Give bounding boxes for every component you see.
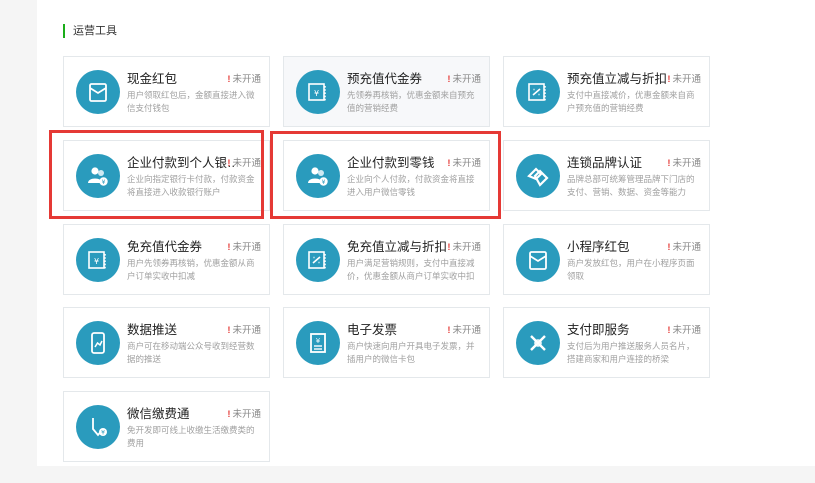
- status-label: 未开通: [672, 242, 701, 253]
- voucher-yen-icon: ¥: [76, 238, 120, 282]
- tool-title: 免充值立减与折扣: [347, 240, 448, 254]
- tool-card[interactable]: ¥ 预充值代金券! 未开通 先领券再核销，优惠金额来自预充值的营销经费: [283, 56, 490, 127]
- tool-description: 用户领取红包后，金额直接进入微信支付钱包: [127, 90, 255, 113]
- svg-text:¥: ¥: [316, 337, 321, 345]
- tool-title: 现金红包: [127, 72, 178, 86]
- alert-icon: !: [667, 325, 671, 336]
- status-badge: ! 未开通: [667, 239, 701, 253]
- tool-card[interactable]: 预充值立减与折扣! 未开通支付中直接减价，优惠金额来自商户预充值的营销经费: [503, 56, 710, 127]
- status-label: 未开通: [452, 74, 481, 85]
- tool-card[interactable]: ¥ 电子发票! 未开通 商户快速向用户开具电子发票，并插用户的微信卡包: [283, 307, 490, 378]
- svg-text:¥: ¥: [314, 89, 319, 98]
- discount-voucher-icon: [296, 238, 340, 282]
- bill-pay-icon: ¥: [76, 405, 120, 449]
- tool-card[interactable]: 连锁品牌认证! 未开通 品牌总部可统筹管理品牌下门店的支付、营销、数据、资金等能力: [503, 140, 710, 211]
- invoice-icon: ¥: [296, 321, 340, 365]
- alert-icon: !: [227, 74, 231, 85]
- alert-icon: !: [667, 242, 671, 253]
- tool-title: 支付即服务: [567, 323, 630, 337]
- tool-description: 品牌总部可统筹管理品牌下门店的支付、营销、数据、资金等能力: [567, 174, 695, 197]
- tool-card[interactable]: ¥ 免充值代金券! 未开通 用户先领券再核销，优惠金额从商户订单实收中扣减: [63, 224, 270, 295]
- tool-title: 小程序红包: [567, 240, 630, 254]
- status-label: 未开通: [672, 158, 701, 169]
- tool-title: 数据推送: [127, 323, 178, 337]
- alert-icon: !: [447, 242, 451, 253]
- tool-description: 用户先领券再核销，优惠金额从商户订单实收中扣减: [127, 258, 255, 281]
- tool-description: 商户可在移动端公众号收到经营数据的推送: [127, 341, 255, 364]
- status-badge: ! 未开通: [667, 155, 701, 169]
- tool-title: 电子发票: [347, 323, 398, 337]
- status-badge: ! 未开通: [447, 322, 481, 336]
- svg-text:¥: ¥: [94, 257, 99, 266]
- status-badge: ! 未开通: [227, 406, 261, 420]
- status-label: 未开通: [452, 325, 481, 336]
- status-badge: ! 未开通: [667, 71, 701, 85]
- status-label: 未开通: [232, 74, 261, 85]
- tool-card[interactable]: ¥ 微信缴费通! 未开通 免开发即可线上收缴生活缴费类的费用: [63, 391, 270, 462]
- tool-description: 用户满足营销规则，支付中直接减价，优惠金额从商户订单实收中扣: [347, 258, 475, 281]
- tool-title: 微信缴费通: [127, 407, 190, 421]
- red-envelope-icon: [76, 70, 120, 114]
- red-envelope-icon: [516, 238, 560, 282]
- status-label: 未开通: [452, 242, 481, 253]
- status-label: 未开通: [232, 409, 261, 420]
- section-title: 运营工具: [63, 24, 117, 38]
- discount-voucher-icon: [516, 70, 560, 114]
- status-label: 未开通: [672, 325, 701, 336]
- svg-text:¥: ¥: [101, 430, 105, 437]
- status-badge: ! 未开通: [227, 71, 261, 85]
- alert-icon: !: [667, 74, 671, 85]
- status-label: 未开通: [232, 242, 261, 253]
- status-badge: ! 未开通: [227, 239, 261, 253]
- tool-title: 免充值代金券: [127, 240, 203, 254]
- mobile-data-icon: [76, 321, 120, 365]
- alert-icon: !: [227, 409, 231, 420]
- tool-description: 商户快速向用户开具电子发票，并插用户的微信卡包: [347, 341, 475, 364]
- tool-description: 支付后为用户推送服务人员名片，搭建商家和用户连接的桥梁: [567, 341, 695, 364]
- status-badge: ! 未开通: [227, 322, 261, 336]
- alert-icon: !: [447, 325, 451, 336]
- alert-icon: !: [667, 158, 671, 169]
- highlight-box-bank-payment: [49, 130, 264, 219]
- highlight-box-wallet-payment: [270, 131, 501, 219]
- status-badge: ! 未开通: [667, 322, 701, 336]
- tool-card[interactable]: 数据推送! 未开通 商户可在移动端公众号收到经营数据的推送: [63, 307, 270, 378]
- tool-description: 商户发放红包，用户在小程序页面领取: [567, 258, 695, 281]
- status-badge: ! 未开通: [447, 239, 481, 253]
- tool-card[interactable]: 支付即服务! 未开通 支付后为用户推送服务人员名片，搭建商家和用户连接的桥梁: [503, 307, 710, 378]
- alert-icon: !: [227, 242, 231, 253]
- tool-title: 预充值立减与折扣: [567, 72, 668, 86]
- tool-card[interactable]: 小程序红包! 未开通 商户发放红包，用户在小程序页面领取: [503, 224, 710, 295]
- chain-brand-icon: [516, 154, 560, 198]
- tool-title: 预充值代金券: [347, 72, 423, 86]
- status-badge: ! 未开通: [447, 71, 481, 85]
- status-label: 未开通: [672, 74, 701, 85]
- tool-description: 支付中直接减价，优惠金额来自商户预充值的营销经费: [567, 90, 695, 113]
- voucher-yen-icon: ¥: [296, 70, 340, 114]
- connect-service-icon: [516, 321, 560, 365]
- tool-title: 连锁品牌认证: [567, 156, 643, 170]
- tool-card[interactable]: 免充值立减与折扣! 未开通用户满足营销规则，支付中直接减价，优惠金额从商户订单实收…: [283, 224, 490, 295]
- status-label: 未开通: [232, 325, 261, 336]
- alert-icon: !: [447, 74, 451, 85]
- tool-description: 免开发即可线上收缴生活缴费类的费用: [127, 425, 255, 448]
- tool-description: 先领券再核销，优惠金额来自预充值的营销经费: [347, 90, 475, 113]
- alert-icon: !: [227, 325, 231, 336]
- tool-card[interactable]: 现金红包! 未开通 用户领取红包后，金额直接进入微信支付钱包: [63, 56, 270, 127]
